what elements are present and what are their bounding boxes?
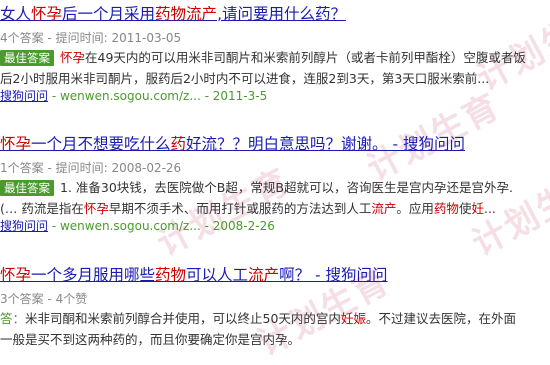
result-title-link[interactable]: 女人怀孕后一个月采用药物流产,请问要用什么药？ — [0, 4, 550, 24]
snippet-text: 一般是买不到这两种药的，而且你要确定你是宫内孕。 — [0, 332, 300, 347]
answer-lead: 答： — [0, 311, 26, 326]
result-snippet-line: 最佳答案 怀孕在49天内的可以用米非司酮片和米索前列醇片（或者卡前列甲酯栓）空腹或… — [0, 48, 550, 67]
text-segment: 使 — [458, 201, 472, 216]
result-snippet-line: (… 药流是指在怀孕早期不须手术、而用打针或服药的方法达到人工流产。应用药物使妊… — [0, 199, 550, 218]
best-answer-badge: 最佳答案 — [0, 50, 54, 66]
text-segment: 。应用 — [396, 201, 434, 216]
keyword-highlight: 药物 — [433, 201, 459, 216]
search-result: 怀孕一个多月服用哪些药物可以人工流产啊？ - 搜狗问问 3个答案 - 4个赞 答… — [0, 265, 550, 349]
text-segment: 女人 — [0, 5, 32, 23]
keyword-highlight: 怀孕 — [0, 266, 32, 284]
keyword-highlight: 药物 — [155, 266, 187, 284]
source-link[interactable]: 搜狗问问 — [0, 89, 48, 103]
keyword-highlight: 流产 — [371, 201, 397, 216]
text-segment: 一个多月服用哪些 — [31, 266, 156, 284]
result-title-link[interactable]: 怀孕一个多月服用哪些药物可以人工流产啊？ - 搜狗问问 — [0, 265, 550, 285]
snippet-text: 1. 准备30块钱，去医院做个B超，常规B超就可以，咨询医生是宫内孕还是宫外孕. — [60, 180, 513, 195]
source-url: - wenwen.sogou.com/z... - 2011-3-5 — [48, 89, 268, 103]
snippet-text: (… 药流是指在怀孕早期不须手术、而用打针或服药的方法达到人工流产。应用药物使妊… — [0, 201, 496, 216]
keyword-highlight: 怀孕 — [0, 135, 32, 153]
result-meta: 3个答案 - 4个赞 — [0, 292, 88, 306]
result-snippet-line: 一般是买不到这两种药的，而且你要确定你是宫内孕。 — [0, 330, 550, 349]
keyword-highlight: 怀孕 — [31, 5, 63, 23]
keyword-highlight: 妊娠 — [340, 311, 366, 326]
text-segment: 后2小时服用米非司酮片，服药后2小时内不可以进食，连服2到3天，第3天口服米索前… — [0, 71, 490, 86]
text-segment: 后一个月采用 — [62, 5, 156, 23]
keyword-highlight: 流产 — [248, 266, 280, 284]
text-segment: 可以人工 — [186, 266, 249, 284]
text-segment: 早期不须手术、而用打针或服药的方法达到人工 — [108, 201, 372, 216]
result-source-line: 搜狗问问 - wenwen.sogou.com/z... - 2011-3-5 — [0, 88, 550, 105]
result-source-line: 搜狗问问 - wenwen.sogou.com/z... - 2008-2-26 — [0, 218, 550, 235]
text-segment: (… 药流是指在 — [0, 201, 84, 216]
keyword-highlight: 药物流产 — [155, 5, 218, 23]
keyword-highlight: 药 — [170, 135, 187, 153]
snippet-text: 后2小时服用米非司酮片，服药后2小时内不可以进食，连服2到3天，第3天口服米索前… — [0, 71, 489, 86]
text-segment: 啊？ - 搜狗问问 — [279, 266, 388, 284]
result-meta: 4个答案 - 提问时间: 2011-03-05 — [0, 31, 182, 45]
result-meta: 1个答案 - 提问时间: 2008-02-26 — [0, 161, 182, 175]
snippet-text: 米非司酮和米索前列醇合并使用，可以终止50天内的宫内妊娠。不过建议去医院，在外面 — [25, 311, 516, 326]
source-url: - wenwen.sogou.com/z... - 2008-2-26 — [48, 219, 275, 233]
text-segment: 1. 准备30块钱，去医院做个B超，常规B超就可以，咨询医生是宫内孕还是宫外孕. — [60, 180, 513, 195]
text-segment: 米非司酮和米索前列醇合并使用，可以终止50天内的宫内 — [25, 311, 341, 326]
best-answer-badge: 最佳答案 — [0, 180, 54, 196]
result-snippet-line: 后2小时服用米非司酮片，服药后2小时内不可以进食，连服2到3天，第3天口服米索前… — [0, 69, 550, 88]
snippet-text: 怀孕在49天内的可以用米非司酮片和米索前列醇片（或者卡前列甲酯栓）空腹或者饭 — [60, 50, 526, 65]
search-result: 怀孕一个月不想要吃什么药好流？？明白意思吗？谢谢。 - 搜狗问问 1个答案 - … — [0, 134, 550, 235]
result-snippet-line: 最佳答案 1. 准备30块钱，去医院做个B超，常规B超就可以，咨询医生是宫内孕还是… — [0, 178, 550, 197]
result-snippet-line: 答：米非司酮和米索前列醇合并使用，可以终止50天内的宫内妊娠。不过建议去医院，在… — [0, 309, 550, 328]
text-segment: ,请问要用什么药？ — [217, 5, 346, 23]
source-link[interactable]: 搜狗问问 — [0, 219, 48, 233]
text-segment: 一般是买不到这两种药的，而且你要确定你是宫内孕。 — [0, 332, 301, 347]
result-title-link[interactable]: 怀孕一个月不想要吃什么药好流？？明白意思吗？谢谢。 - 搜狗问问 — [0, 134, 550, 154]
text-segment: ... — [483, 201, 496, 216]
text-segment: 一个月不想要吃什么 — [31, 135, 171, 153]
keyword-highlight: 妊 — [471, 201, 484, 216]
text-segment: 在49天内的可以用米非司酮片和米索前列醇片（或者卡前列甲酯栓）空腹或者饭 — [85, 50, 526, 65]
keyword-highlight: 怀孕 — [83, 201, 109, 216]
search-result: 女人怀孕后一个月采用药物流产,请问要用什么药？ 4个答案 - 提问时间: 201… — [0, 4, 550, 105]
keyword-highlight: 怀孕 — [60, 50, 86, 65]
text-segment: 。不过建议去医院，在外面 — [365, 311, 516, 326]
text-segment: 好流？？明白意思吗？谢谢。 - 搜狗问问 — [186, 135, 465, 153]
